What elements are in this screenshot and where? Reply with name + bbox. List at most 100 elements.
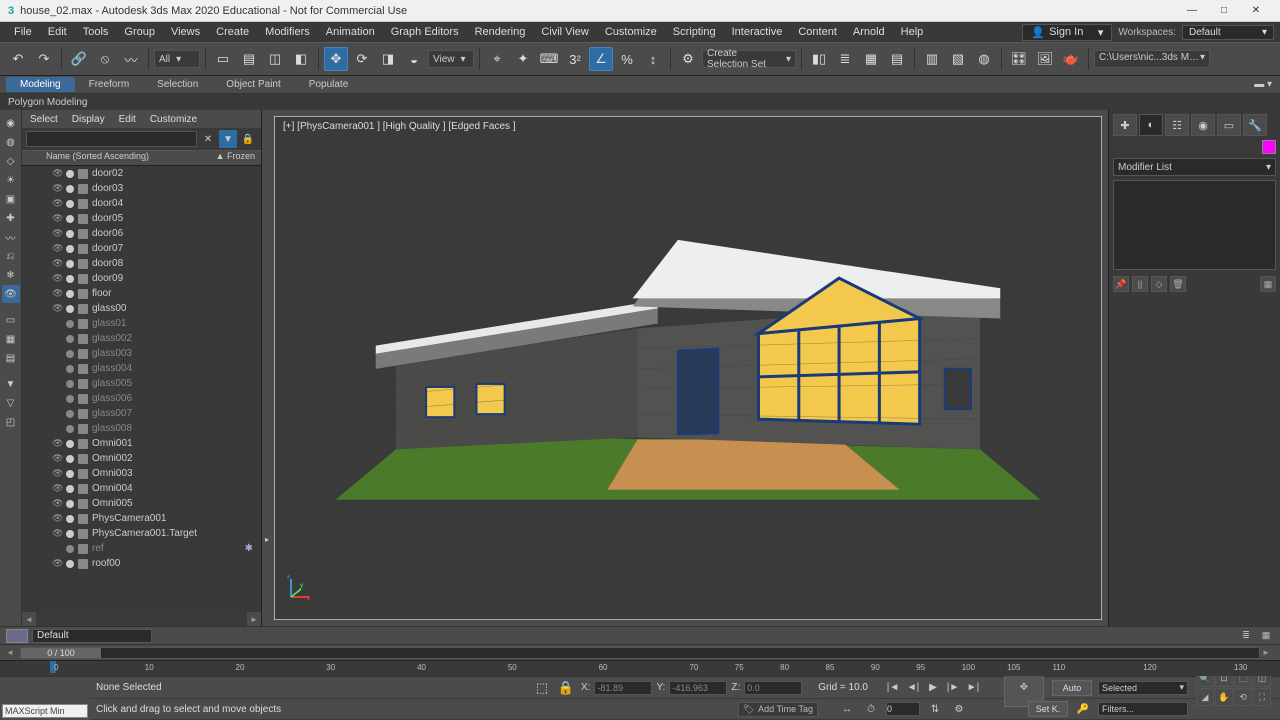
- modify-tab[interactable]: ◐: [1139, 114, 1163, 136]
- lock-selection-icon[interactable]: 🔒: [239, 130, 257, 148]
- ribbon-minimize-icon[interactable]: ▬ ▾: [1254, 79, 1272, 90]
- sign-in-button[interactable]: 👤 Sign In ▾: [1022, 24, 1112, 41]
- se-scroll-left[interactable]: ◄: [22, 612, 36, 626]
- modifier-stack[interactable]: [1113, 180, 1276, 270]
- freeze-dot-icon[interactable]: [66, 380, 74, 388]
- se-menu-display[interactable]: Display: [72, 114, 105, 125]
- keyboard-shortcut-button[interactable]: ⌨: [537, 47, 561, 71]
- auto-key-button[interactable]: Auto: [1052, 680, 1092, 696]
- display-tab[interactable]: ▭: [1217, 114, 1241, 136]
- selection-set-dropdown[interactable]: Create Selection Set▾: [702, 50, 796, 68]
- menu-content[interactable]: Content: [790, 26, 845, 38]
- menu-edit[interactable]: Edit: [40, 26, 75, 38]
- scene-explorer-search-input[interactable]: [26, 131, 197, 147]
- x-coord-input[interactable]: [594, 681, 652, 695]
- freeze-dot-icon[interactable]: [66, 320, 74, 328]
- menu-scripting[interactable]: Scripting: [665, 26, 724, 38]
- freeze-dot-icon[interactable]: [66, 425, 74, 433]
- freeze-dot-icon[interactable]: [66, 245, 74, 253]
- display-geometry-icon[interactable]: ◍: [2, 133, 20, 151]
- ribbon-panel-label[interactable]: Polygon Modeling: [0, 94, 1280, 110]
- key-filter-dropdown[interactable]: Selected▾: [1098, 681, 1188, 695]
- redo-button[interactable]: ↷: [32, 47, 56, 71]
- freeze-dot-icon[interactable]: [66, 230, 74, 238]
- material-editor-button[interactable]: ◍: [972, 47, 996, 71]
- freeze-dot-icon[interactable]: [66, 350, 74, 358]
- freeze-dot-icon[interactable]: [66, 440, 74, 448]
- list-item[interactable]: 👁roof00: [22, 556, 261, 571]
- z-coord-input[interactable]: [744, 681, 802, 695]
- create-tab[interactable]: ✚: [1113, 114, 1137, 136]
- key-mode-icon[interactable]: ↔: [838, 700, 856, 718]
- hierarchy-tab[interactable]: ☷: [1165, 114, 1189, 136]
- utilities-tab[interactable]: 🔧: [1243, 114, 1267, 136]
- percent-snap-button[interactable]: %: [615, 47, 639, 71]
- list-item[interactable]: 👁glass00: [22, 301, 261, 316]
- display-spacewarps-icon[interactable]: 〰: [2, 228, 20, 246]
- ref-coord-dropdown[interactable]: View▾: [428, 50, 474, 68]
- menu-modifiers[interactable]: Modifiers: [257, 26, 318, 38]
- ribbon-tab-modeling[interactable]: Modeling: [6, 77, 75, 92]
- y-coord-input[interactable]: [669, 681, 727, 695]
- layer-color-swatch[interactable]: [6, 629, 28, 643]
- filters-dropdown[interactable]: Filters...: [1098, 702, 1188, 716]
- freeze-dot-icon[interactable]: [66, 170, 74, 178]
- visibility-icon[interactable]: 👁: [52, 183, 62, 194]
- menu-help[interactable]: Help: [893, 26, 932, 38]
- object-color-swatch[interactable]: [1262, 140, 1276, 154]
- unlink-button[interactable]: ⦸: [93, 47, 117, 71]
- freeze-dot-icon[interactable]: [66, 395, 74, 403]
- select-by-name-button[interactable]: ▤: [237, 47, 261, 71]
- menu-views[interactable]: Views: [163, 26, 208, 38]
- list-item[interactable]: 👁door07: [22, 241, 261, 256]
- move-button[interactable]: ✥: [324, 47, 348, 71]
- manip-button[interactable]: ✦: [511, 47, 535, 71]
- pin-stack-icon[interactable]: 📌: [1113, 276, 1129, 292]
- freeze-dot-icon[interactable]: [66, 215, 74, 223]
- snap2d-button[interactable]: 3²: [563, 47, 587, 71]
- project-folder-dropdown[interactable]: C:\Users\nic...3ds Max 2020▾: [1094, 50, 1210, 68]
- visibility-icon[interactable]: 👁: [52, 168, 62, 179]
- filter-selection-icon[interactable]: ▼: [219, 130, 237, 148]
- list-item[interactable]: glass01: [22, 316, 261, 331]
- time-thumb[interactable]: 0 / 100: [21, 648, 101, 658]
- visibility-icon[interactable]: 👁: [52, 528, 62, 539]
- visibility-icon[interactable]: 👁: [52, 483, 62, 494]
- list-item[interactable]: glass005: [22, 376, 261, 391]
- ess-button[interactable]: ⚙: [676, 47, 700, 71]
- display-bone-icon[interactable]: ⎌: [2, 247, 20, 265]
- menu-create[interactable]: Create: [208, 26, 257, 38]
- align-button[interactable]: ≣: [833, 47, 857, 71]
- undo-button[interactable]: ↶: [6, 47, 30, 71]
- current-frame-input[interactable]: [886, 702, 920, 716]
- selection-filter-dropdown[interactable]: All▾: [154, 50, 200, 68]
- angle-snap-button[interactable]: ∠: [589, 47, 613, 71]
- visibility-icon[interactable]: 👁: [52, 438, 62, 449]
- viewport[interactable]: [+] [PhysCamera001 ] [High Quality ] [Ed…: [274, 116, 1102, 620]
- display-lights-icon[interactable]: ☀: [2, 171, 20, 189]
- time-next-icon[interactable]: ►: [1262, 648, 1274, 657]
- list-item[interactable]: 👁Omni001: [22, 436, 261, 451]
- list-item[interactable]: 👁door08: [22, 256, 261, 271]
- freeze-dot-icon[interactable]: [66, 410, 74, 418]
- key-stepper-icon[interactable]: ⇅: [926, 700, 944, 718]
- key-filters-icon[interactable]: 🔑: [1074, 700, 1092, 718]
- ribbon-tab-object-paint[interactable]: Object Paint: [212, 77, 294, 92]
- mirror-button[interactable]: ▮▯: [807, 47, 831, 71]
- se-opt2-icon[interactable]: ▦: [2, 330, 20, 348]
- modifier-list-dropdown[interactable]: Modifier List▾: [1113, 158, 1276, 176]
- freeze-dot-icon[interactable]: [66, 185, 74, 193]
- freeze-dot-icon[interactable]: [66, 305, 74, 313]
- display-none-icon[interactable]: ◉: [2, 114, 20, 132]
- motion-tab[interactable]: ◉: [1191, 114, 1215, 136]
- list-item[interactable]: ref✱: [22, 541, 261, 556]
- freeze-dot-icon[interactable]: [66, 515, 74, 523]
- render-setup-button[interactable]: 🎛: [1007, 47, 1031, 71]
- menu-graph-editors[interactable]: Graph Editors: [383, 26, 467, 38]
- list-item[interactable]: 👁PhysCamera001.Target: [22, 526, 261, 541]
- show-end-icon[interactable]: ||: [1132, 276, 1148, 292]
- list-item[interactable]: glass006: [22, 391, 261, 406]
- ribbon-tab-selection[interactable]: Selection: [143, 77, 212, 92]
- display-cameras-icon[interactable]: ▣: [2, 190, 20, 208]
- display-particle-icon[interactable]: ❄: [2, 266, 20, 284]
